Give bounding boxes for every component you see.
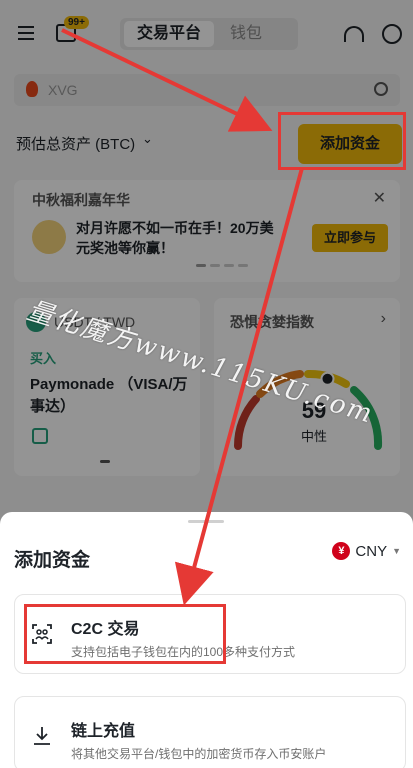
annotation-arrow-1 (61, 28, 273, 132)
annotation-arrows (61, 28, 304, 606)
